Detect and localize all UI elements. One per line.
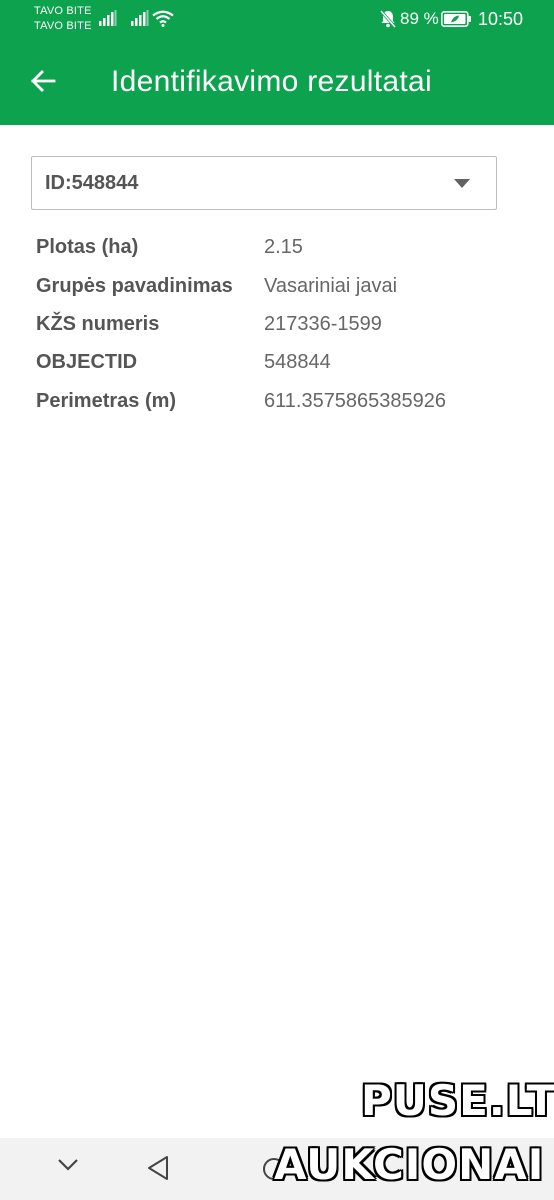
battery-icon — [441, 11, 471, 27]
signal-icon — [131, 10, 149, 26]
attribute-value: Vasariniai javai — [264, 275, 398, 297]
watermark-line-1: PUSE.LT — [361, 1076, 554, 1125]
arrow-left-icon — [31, 70, 56, 92]
attribute-label: Perimetras (m) — [36, 390, 177, 412]
page-title: Identifikavimo rezultatai — [111, 65, 432, 98]
attribute-label: OBJECTID — [36, 351, 138, 373]
carrier-2: TAVO BITE — [34, 20, 92, 32]
clock: 10:50 — [478, 9, 524, 29]
attribute-row: Plotas (ha) 2.15 — [36, 236, 536, 266]
app-bar: Identifikavimo rezultatai — [0, 38, 554, 125]
feature-select-value: ID:548844 — [45, 172, 139, 194]
attribute-row: KŽS numeris 217336-1599 — [36, 313, 536, 343]
attribute-value: 548844 — [264, 351, 331, 373]
attribute-label: Grupės pavadinimas — [36, 275, 233, 297]
wifi-icon — [152, 10, 174, 27]
feature-select[interactable]: ID:548844 — [31, 156, 497, 210]
attribute-value: 217336-1599 — [264, 313, 382, 335]
attribute-label: Plotas (ha) — [36, 236, 139, 258]
carrier-names: TAVO BITE TAVO BITE — [34, 4, 92, 34]
back-button[interactable] — [26, 64, 60, 98]
bell-muted-icon — [380, 10, 396, 28]
signal-icon — [99, 10, 117, 26]
chevron-down-icon — [454, 179, 470, 188]
triangle-back-icon[interactable] — [146, 1155, 170, 1181]
watermark-line-2: AUKCIONAI — [274, 1140, 545, 1189]
chevron-down-icon[interactable] — [57, 1158, 79, 1172]
attribute-row: OBJECTID 548844 — [36, 351, 536, 381]
attribute-value: 2.15 — [264, 236, 303, 258]
attribute-value: 611.3575865385926 — [264, 390, 447, 412]
attribute-row: Perimetras (m) 611.3575865385926 — [36, 390, 536, 420]
attribute-label: KŽS numeris — [36, 313, 160, 335]
carrier-1: TAVO BITE — [34, 5, 92, 17]
battery-percent: 89 % — [400, 9, 439, 28]
attribute-row: Grupės pavadinimas Vasariniai javai — [36, 275, 536, 305]
status-bar: TAVO BITE TAVO BITE 89 % 10:50 — [0, 0, 554, 38]
